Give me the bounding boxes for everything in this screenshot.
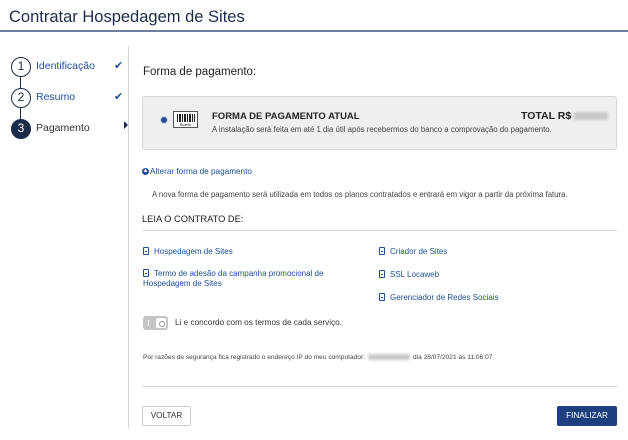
change-payment-link[interactable]: ▲ Alterar forma de pagamento <box>142 167 252 176</box>
change-payment-label: Alterar forma de pagamento <box>150 167 252 176</box>
payment-radio[interactable] <box>160 116 168 124</box>
agree-toggle[interactable] <box>143 316 168 330</box>
step-pagamento: 3 Pagamento <box>0 119 128 141</box>
toggle-on-mark <box>148 320 149 326</box>
contract-link-hospedagem[interactable]: Hospedagem de Sites <box>143 247 363 257</box>
payment-method-card[interactable]: Boleto FORMA DE PAGAMENTO ATUAL A instal… <box>142 96 617 150</box>
page-title: Contratar Hospedagem de Sites <box>9 8 245 26</box>
payment-method-description: A instalação será feita em até 1 dia úti… <box>212 125 552 134</box>
payment-method-title: FORMA DE PAGAMENTO ATUAL <box>212 111 360 122</box>
contracts-divider <box>142 230 617 231</box>
redacted-amount <box>574 112 609 121</box>
contract-link-termo-adesao[interactable]: Termo de adesão da campanha promocional … <box>143 269 373 289</box>
document-icon <box>379 270 385 278</box>
toggle-knob <box>156 318 166 328</box>
payment-notice: A nova forma de pagamento será utilizada… <box>152 190 568 199</box>
section-title: Forma de pagamento: <box>143 66 257 78</box>
chevron-up-icon: ▲ <box>142 168 149 176</box>
step-number: 3 <box>11 119 31 139</box>
step-resumo[interactable]: 2 Resumo ✔ <box>0 88 128 110</box>
active-step-caret-icon <box>124 121 128 129</box>
agree-label: Li e concordo com os termos de cada serv… <box>175 318 343 327</box>
footer-divider <box>142 386 617 387</box>
sidebar-divider <box>128 46 129 428</box>
document-icon <box>143 269 149 277</box>
step-number: 1 <box>11 57 31 77</box>
redacted-ip <box>368 354 410 361</box>
total-price: TOTAL R$ <box>521 110 609 122</box>
step-number: 2 <box>11 88 31 108</box>
back-button[interactable]: VOLTAR <box>142 406 191 426</box>
document-icon <box>379 247 385 255</box>
contract-link-redes-sociais[interactable]: Gerenciador de Redes Sociais <box>379 293 499 303</box>
step-label: Resumo <box>36 91 76 103</box>
document-icon <box>143 247 149 255</box>
barcode-icon: Boleto <box>173 111 198 128</box>
step-identificacao[interactable]: 1 Identificação ✔ <box>0 57 128 79</box>
contract-link-criador[interactable]: Criador de Sites <box>379 247 447 257</box>
document-icon <box>379 293 385 301</box>
step-label: Pagamento <box>36 122 90 134</box>
total-label: TOTAL R$ <box>521 110 572 122</box>
checkmark-icon: ✔ <box>114 91 124 103</box>
contract-link-ssl[interactable]: SSL Locaweb <box>379 270 439 280</box>
contracts-title: LEIA O CONTRATO DE: <box>142 214 244 224</box>
title-divider <box>0 30 628 32</box>
finish-button[interactable]: FINALIZAR <box>557 406 617 426</box>
step-label: Identificação <box>36 60 95 72</box>
security-notice: Por razões de segurança fica registrado … <box>143 354 493 361</box>
barcode-label: Boleto <box>179 122 192 127</box>
checkmark-icon: ✔ <box>114 60 124 72</box>
